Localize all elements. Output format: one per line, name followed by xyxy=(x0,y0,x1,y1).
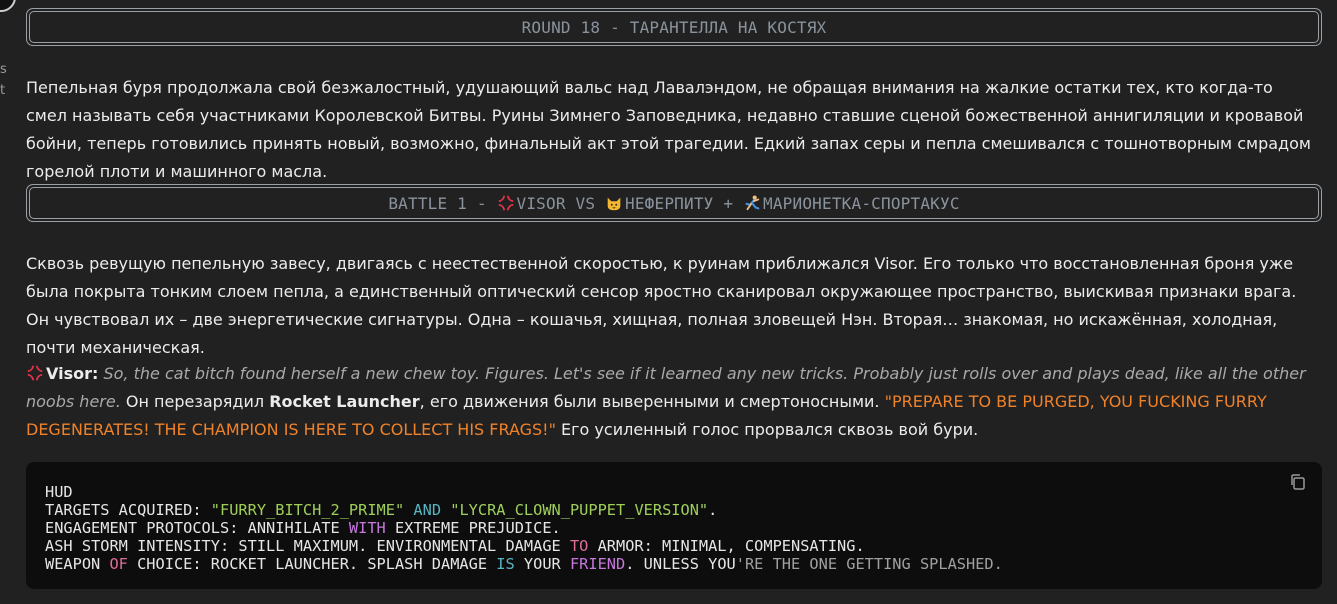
edge-char-2: t xyxy=(0,83,6,98)
code-line-5: WEAPON OF CHOICE: ROCKET LAUNCHER. SPLAS… xyxy=(45,555,1003,573)
battle-paragraph: Сквозь ревущую пепельную завесу, двигаяс… xyxy=(26,254,1297,357)
round-banner: ROUND 18 - ТАРАНТЕЛЛА НА КОСТЯХ xyxy=(26,8,1322,46)
weapon-name: Rocket Launcher xyxy=(269,392,420,411)
copy-icon[interactable] xyxy=(1288,472,1308,492)
narration-tail: Его усиленный голос прорвался сквозь вой… xyxy=(555,420,979,439)
speaker-name: Visor: xyxy=(46,364,99,383)
battle-vs: VS xyxy=(565,193,606,213)
battle-plus: + xyxy=(713,193,744,213)
code-line-2: TARGETS ACQUIRED: "FURRY_BITCH_2_PRIME" … xyxy=(45,501,718,519)
narration-after: , его движения были выверенными и смерто… xyxy=(419,392,885,411)
cat-face-icon xyxy=(607,197,621,210)
code-line-1: HUD xyxy=(45,483,73,501)
code-block: HUD TARGETS ACQUIRED: "FURRY_BITCH_2_PRI… xyxy=(26,462,1322,589)
code-line-4: ASH STORM INTENSITY: STILL MAXIMUM. ENVI… xyxy=(45,537,865,555)
anger-symbol-icon xyxy=(27,365,43,381)
intro-paragraph: Пепельная буря продолжала свой безжалост… xyxy=(26,78,1311,181)
edge-char-1: s xyxy=(0,62,7,77)
battle-banner-text: BATTLE 1 - VISOR VS НЕФЕРПИТУ + МАРИОНЕТ… xyxy=(388,194,959,213)
fighter-visor: VISOR xyxy=(516,193,566,213)
code-lines: HUD TARGETS ACQUIRED: "FURRY_BITCH_2_PRI… xyxy=(45,483,1003,573)
anger-symbol-icon xyxy=(498,195,513,210)
dialogue-paragraph: Visor: So, the cat bitch found herself a… xyxy=(26,360,1318,444)
code-line-3: ENGAGEMENT PROTOCOLS: ANNIHILATE WITH EX… xyxy=(45,519,561,537)
narration-before: Он перезарядил xyxy=(120,392,270,411)
fighter-neferpitou: НЕФЕРПИТУ xyxy=(625,193,714,213)
left-edge: s t xyxy=(0,0,22,604)
juggler-icon xyxy=(745,195,760,210)
battle-banner: BATTLE 1 - VISOR VS НЕФЕРПИТУ + МАРИОНЕТ… xyxy=(26,184,1322,222)
round-banner-text: ROUND 18 - ТАРАНТЕЛЛА НА КОСТЯХ xyxy=(521,17,827,37)
avatar[interactable] xyxy=(0,0,16,12)
battle-prefix: BATTLE 1 - xyxy=(388,193,497,213)
fighter-marionette: МАРИОНЕТКА-СПОРТАКУС xyxy=(763,193,960,213)
